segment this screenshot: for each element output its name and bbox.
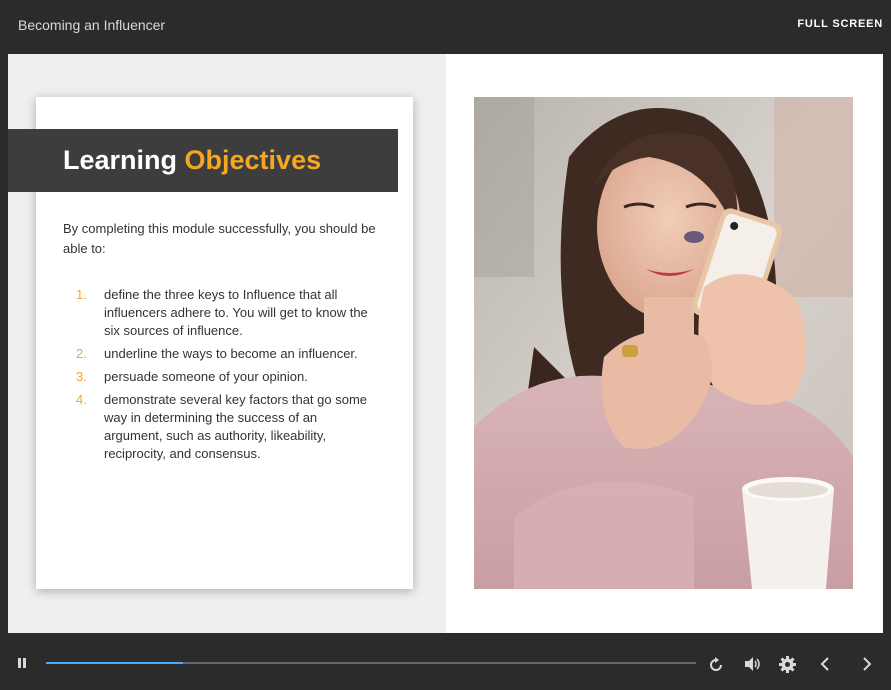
pause-button[interactable] <box>16 657 28 669</box>
objective-text: underline the ways to become an influenc… <box>104 346 358 361</box>
settings-button[interactable] <box>779 656 796 673</box>
volume-button[interactable] <box>744 656 762 672</box>
title-banner: Learning Objectives <box>8 129 398 192</box>
slide-title-accent: Objectives <box>184 145 322 175</box>
settings-gear-icon <box>779 656 796 673</box>
objective-number: 3. <box>76 369 87 384</box>
objective-item-2: 2. underline the ways to become an influ… <box>76 345 376 363</box>
slide-title: Learning Objectives <box>63 145 321 176</box>
pause-icon <box>18 658 26 668</box>
replay-icon <box>710 657 722 671</box>
progress-fill <box>46 662 183 664</box>
objective-number: 2. <box>76 346 87 361</box>
objective-item-3: 3. persuade someone of your opinion. <box>76 368 376 386</box>
objective-text: demonstrate several key factors that go … <box>104 392 368 461</box>
top-bar: Becoming an Influencer FULL SCREEN <box>0 0 891 53</box>
player-controls <box>0 633 891 690</box>
objective-number: 4. <box>76 392 87 407</box>
replay-button[interactable] <box>708 657 724 673</box>
chevron-left-icon <box>820 657 829 671</box>
objectives-list: 1. define the three keys to Influence th… <box>76 286 376 468</box>
objective-item-4: 4. demonstrate several key factors that … <box>76 391 376 463</box>
slide-title-main: Learning <box>63 145 178 175</box>
next-slide-button[interactable] <box>860 656 874 672</box>
objective-text: persuade someone of your opinion. <box>104 369 308 384</box>
objective-item-1: 1. define the three keys to Influence th… <box>76 286 376 340</box>
full-screen-button[interactable]: FULL SCREEN <box>797 18 883 30</box>
slide-canvas: By completing this module successfully, … <box>8 54 883 633</box>
woman-with-phone-photo <box>474 97 853 589</box>
objective-text: define the three keys to Influence that … <box>104 287 368 338</box>
intro-text: By completing this module successfully, … <box>63 221 376 256</box>
volume-icon <box>745 657 760 671</box>
progress-bar[interactable] <box>46 662 696 664</box>
chevron-right-icon <box>863 657 872 671</box>
objective-number: 1. <box>76 287 87 302</box>
course-title: Becoming an Influencer <box>18 17 166 33</box>
previous-slide-button[interactable] <box>818 656 832 672</box>
